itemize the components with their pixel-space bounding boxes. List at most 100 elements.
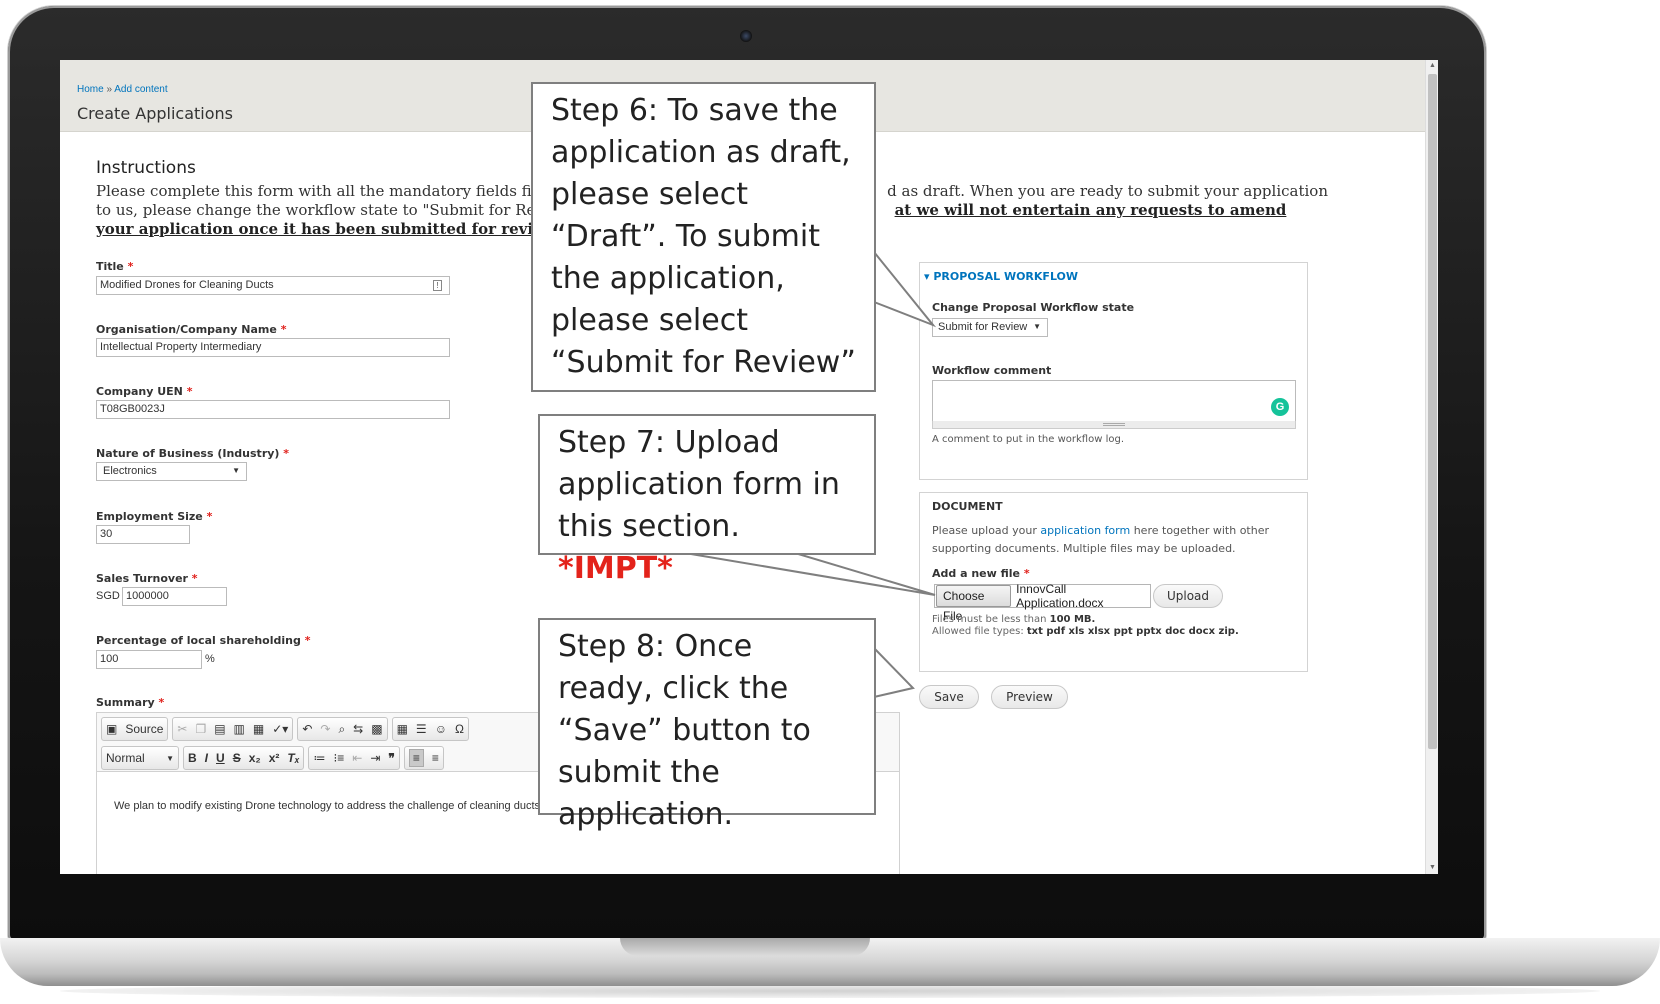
editor-toolbar-row-2: Normal ▼ B I U S x₂ x² Tₓ ≔ ⁝≡ ⇤ ⇥ ❞ ≡ ≡ [101,745,444,771]
laptop-notch [620,938,870,956]
step7-callout: Step 7: Upload application form in this … [538,414,876,586]
strikethrough-icon[interactable]: S [233,751,241,765]
table-icon[interactable]: ▦ [397,722,408,736]
organisation-input[interactable]: Intellectual Property Intermediary [96,338,450,357]
source-button[interactable]: ▣ Source [101,717,169,741]
file-size-note: Files must be less than 100 MB. [932,614,1095,626]
editor-toolbar-row-1: ▣ Source ✂ ❐ ▤ ▥ ▦ ✓▾ ↶ ↷ ⌕ ⇆ ▩ ▦ ☰ ☺ Ω [101,716,469,742]
redo-icon[interactable]: ↷ [320,722,330,736]
required-marker: * [304,634,311,647]
blockquote-icon[interactable]: ❞ [388,751,394,765]
paste-icon[interactable]: ▤ [214,722,225,736]
instructions-line3: your application once it has been submit… [96,220,560,238]
shareholding-input[interactable]: 100 [96,650,202,669]
uen-input-value: T08GB0023J [100,403,165,415]
dropdown-arrow-icon: ▼ [1033,322,1041,331]
organisation-label-text: Organisation/Company Name [96,323,277,336]
file-size-value: 100 MB. [1049,614,1096,625]
special-char-icon[interactable]: Ω [455,722,464,736]
source-icon: ▣ [106,722,118,736]
edit-group: ↶ ↷ ⌕ ⇆ ▩ [297,717,388,741]
shareholding-label-text: Percentage of local shareholding [96,634,301,647]
indent-icon[interactable]: ⇥ [370,751,380,765]
required-marker: * [127,260,134,273]
collapse-arrow-icon: ▾ [924,270,930,283]
document-text-before: Please upload your [932,524,1041,537]
instructions-line1-end: d as draft. When you are ready to submit… [887,182,1328,200]
proposal-workflow-legend[interactable]: ▾ PROPOSAL WORKFLOW [924,270,1078,283]
laptop-shadow [60,984,1600,998]
grammarly-icon[interactable]: G [1271,398,1289,416]
required-marker: * [186,385,193,398]
paste-text-icon[interactable]: ▥ [234,722,245,736]
uen-input[interactable]: T08GB0023J [96,400,450,419]
workflow-state-value: Submit for Review [938,321,1028,333]
page-title: Create Applications [77,104,233,123]
industry-select[interactable]: Electronics ▼ [96,462,247,481]
align-center-icon[interactable]: ≡ [432,751,439,765]
scroll-up-arrow-icon[interactable]: ▲ [1426,60,1438,72]
organisation-input-value: Intellectual Property Intermediary [100,341,262,353]
scroll-down-arrow-icon[interactable]: ▼ [1426,862,1438,874]
required-marker: * [283,447,290,460]
horizontal-rule-icon[interactable]: ☰ [416,722,427,736]
shareholding-input-value: 100 [100,653,119,665]
uen-label-text: Company UEN [96,385,183,398]
workflow-comment-label: Workflow comment [932,364,1052,377]
style-group: B I U S x₂ x² Tₓ [183,746,305,770]
summary-label: Summary * [96,696,164,709]
step8-callout: Step 8: Once ready, click the “Save” but… [538,618,876,832]
remove-format-icon[interactable]: Tₓ [287,751,299,765]
save-button[interactable]: Save [919,685,979,709]
title-input[interactable]: Modified Drones for Cleaning Ducts! [96,276,450,295]
find-icon[interactable]: ⌕ [338,722,345,737]
copy-icon[interactable]: ❐ [195,722,206,736]
application-form-link[interactable]: application form [1040,524,1130,537]
align-left-icon[interactable]: ≡ [408,749,424,767]
textarea-resize-grip[interactable] [932,421,1296,429]
summary-label-text: Summary [96,696,155,709]
dropdown-arrow-icon: ▼ [166,753,174,763]
breadcrumb-home-link[interactable]: Home [77,84,104,95]
file-size-prefix: Files must be less than [932,614,1050,625]
underline-icon[interactable]: U [216,751,225,765]
upload-button[interactable]: Upload [1153,584,1223,608]
instructions-line2-start: to us, please change the workflow state … [96,201,558,219]
required-marker: * [280,323,287,336]
selected-file-name: InnovCall Application.docx [1016,582,1104,610]
subscript-icon[interactable]: x₂ [249,751,261,765]
vertical-scrollbar[interactable]: ▲ ▼ [1425,60,1438,874]
preview-button[interactable]: Preview [991,685,1068,709]
format-select[interactable]: Normal ▼ [101,746,179,770]
spellcheck-icon[interactable]: ✓▾ [272,722,288,736]
choose-file-button[interactable]: Choose File [936,585,1012,623]
source-button-label: Source [125,722,164,736]
outdent-icon[interactable]: ⇤ [352,751,362,765]
select-all-icon[interactable]: ▩ [371,722,382,736]
bold-icon[interactable]: B [188,751,197,765]
workflow-comment-textarea[interactable]: G [932,380,1296,422]
cut-icon[interactable]: ✂ [177,722,187,736]
superscript-icon[interactable]: x² [269,751,280,765]
scroll-thumb[interactable] [1428,74,1437,749]
undo-icon[interactable]: ↶ [302,722,312,736]
spellcheck-icon: ! [433,280,442,291]
insert-group: ▦ ☰ ☺ Ω [391,717,469,741]
turnover-input[interactable]: 1000000 [122,587,227,606]
employment-label: Employment Size * [96,510,212,523]
employment-input[interactable]: 30 [96,525,190,544]
replace-icon[interactable]: ⇆ [353,722,363,736]
workflow-comment-help: A comment to put in the workflow log. [932,434,1124,445]
smiley-icon[interactable]: ☺ [435,722,447,736]
summary-text: We plan to modify existing Drone technol… [114,800,544,812]
italic-icon[interactable]: I [205,751,208,765]
title-label: Title * [96,260,133,273]
align-group: ≡ ≡ [403,746,444,770]
bulleted-list-icon[interactable]: ⁝≡ [333,751,344,765]
numbered-list-icon[interactable]: ≔ [313,751,325,765]
breadcrumb-add-content-link[interactable]: Add content [114,84,167,95]
step7-text: Step 7: Upload application form in this … [558,425,840,544]
paste-word-icon[interactable]: ▦ [253,722,264,736]
file-input[interactable]: Choose File InnovCall Application.docx [934,582,1151,623]
workflow-state-select[interactable]: Submit for Review ▼ [932,318,1048,337]
